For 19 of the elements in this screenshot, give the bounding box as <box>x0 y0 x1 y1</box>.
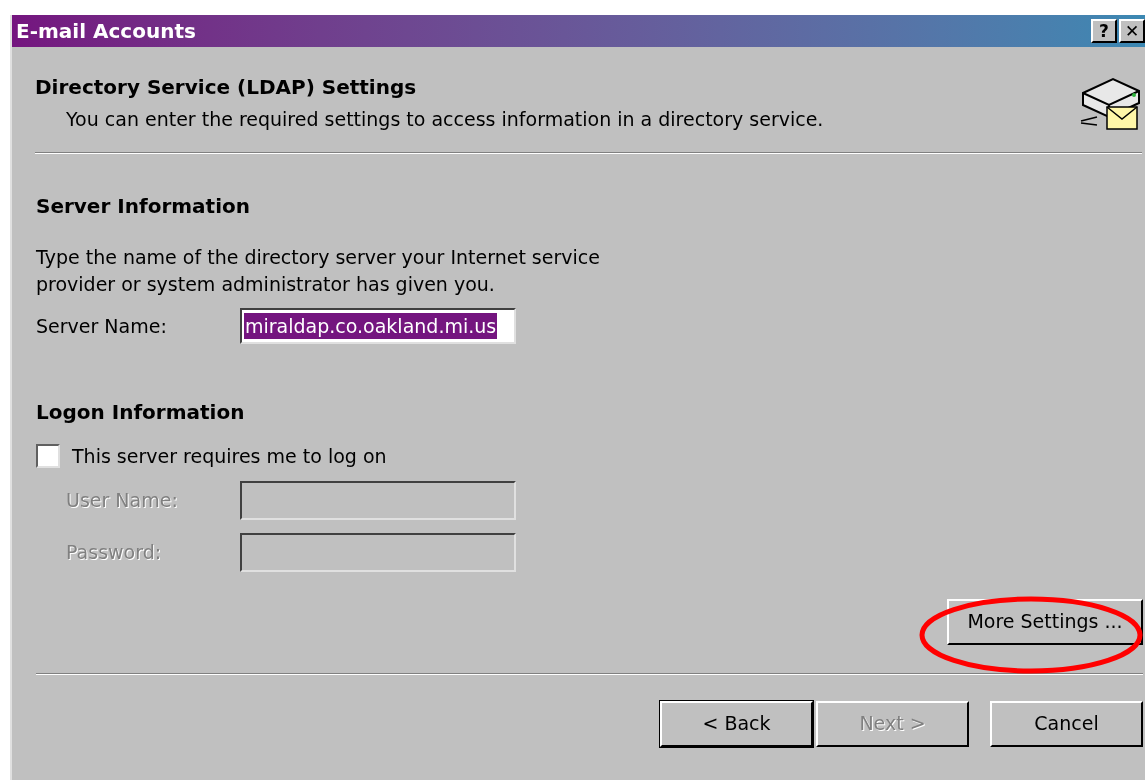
field-label: Server Name: <box>36 313 168 339</box>
wizard-button[interactable]: Cancel <box>990 700 1143 747</box>
checkbox[interactable] <box>36 444 60 469</box>
wizard-button[interactable]: < Back <box>660 700 813 747</box>
field-label: Password: <box>65 539 163 565</box>
checkbox-label[interactable]: This server requires me to log on <box>72 442 387 471</box>
field-label: User Name: <box>65 487 179 513</box>
title-bar-button[interactable]: ? <box>1091 19 1117 43</box>
window-title: E-mail Accounts <box>16 18 196 45</box>
page-subtitle: You can enter the required settings to access information in a directory service. <box>65 107 824 131</box>
instructions-text: Type the name of the directory server your Internet service provider or system administrator has given you. <box>36 245 601 297</box>
input-field[interactable] <box>240 532 516 572</box>
title-bar-button[interactable]: ✕ <box>1119 19 1145 43</box>
section-heading: Logon Information <box>36 400 246 424</box>
server-name-field[interactable]: miraldap.co.oakland.mi.us <box>240 308 516 344</box>
page-title: Directory Service (LDAP) Settings <box>35 75 418 99</box>
field-value: miraldap.co.oakland.mi.us <box>244 313 498 339</box>
section-heading: Server Information <box>36 194 251 218</box>
input-field[interactable] <box>240 480 516 520</box>
